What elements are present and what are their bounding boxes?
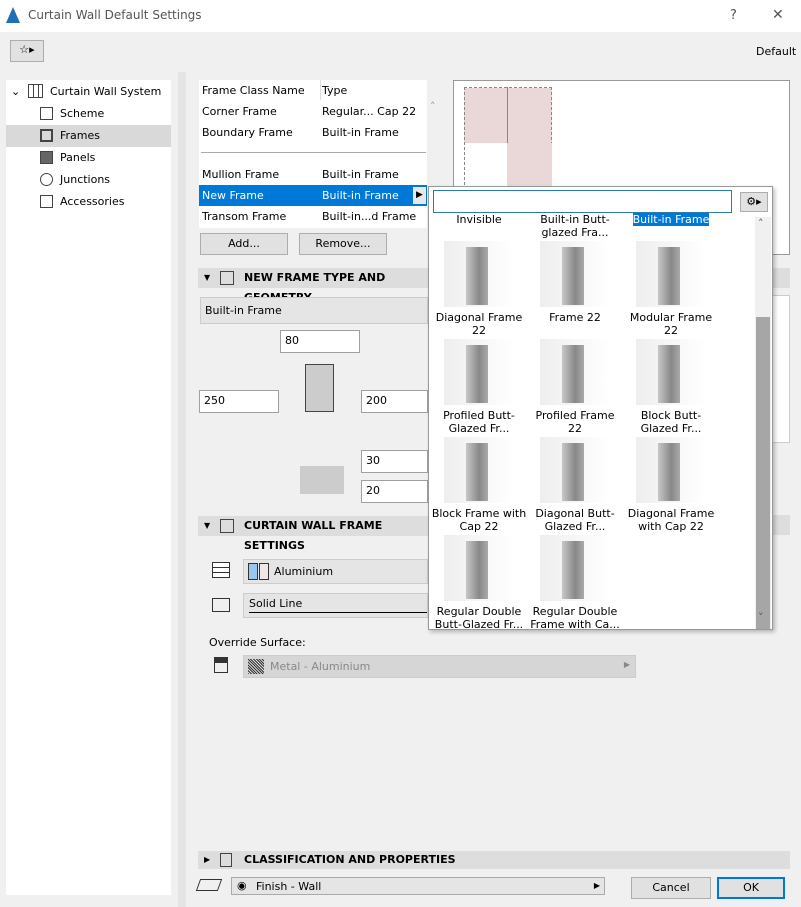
surface-selector: Metal - Aluminium ▶ [243,655,636,678]
frame-settings-icon [220,519,234,533]
preset-label: Default [756,45,797,58]
accessories-icon [40,195,53,208]
remove-button[interactable]: Remove... [299,233,387,255]
building-material-icon [212,562,230,578]
frame-type-item[interactable]: Diagonal Frame with Cap 22 [623,507,719,533]
curtain-wall-icon [28,84,43,98]
offset-b-input[interactable]: 20 [361,480,428,503]
collapse-icon: ▼ [204,273,211,282]
frame-type-item[interactable]: Modular Frame 22 [623,311,719,337]
frame-type-item[interactable]: Regular Double Frame with Ca... [527,605,623,629]
tree-item-panels[interactable]: Panels [6,147,171,169]
layer-selector[interactable]: ◉ Finish - Wall ▶ [231,877,605,895]
frame-type-item[interactable]: Built-in Frame [623,213,719,226]
frame-type-item[interactable]: Frame 22 [527,311,623,324]
line-type-icon [212,598,230,612]
scroll-up-icon: ˄ [758,217,764,230]
frame-thumbnail[interactable] [636,339,706,405]
material-selector[interactable]: Aluminium [243,559,428,584]
type-picker-arrow-button[interactable]: ▶ [412,186,427,205]
collapse-icon: ▼ [204,521,211,530]
frame-thumbnail[interactable] [444,437,514,503]
frame-type-item[interactable]: Invisible [431,213,527,226]
table-row[interactable]: Boundary Frame Built-in Frame [199,122,427,143]
table-separator [201,152,426,153]
add-button[interactable]: Add... [200,233,288,255]
frame-thumbnail[interactable] [540,339,610,405]
offset-a-input[interactable]: 30 [361,450,428,473]
frame-type-item[interactable]: Diagonal Frame 22 [431,311,527,337]
frame-type-item[interactable]: Profiled Frame 22 [527,409,623,435]
tree-expand-icon[interactable]: ⌄ [11,85,20,98]
scroll-down-icon: ˅ [758,611,764,624]
frame-thumbnail[interactable] [636,241,706,307]
frame-settings-section-header[interactable]: ▼ CURTAIN WALL FRAME SETTINGS [198,516,428,552]
archicad-logo-icon [6,7,20,23]
frame-section-diagram-icon [305,364,334,412]
frame-thumbnail[interactable] [540,535,610,601]
scheme-icon [40,107,53,120]
frame-type-item[interactable]: Block Frame with Cap 22 [431,507,527,533]
window-title: Curtain Wall Default Settings [28,8,202,22]
tree-item-scheme[interactable]: Scheme [6,103,171,125]
title-bar: Curtain Wall Default Settings ? ✕ [0,0,801,32]
close-button[interactable]: ✕ [772,7,784,23]
frame-thumbnail[interactable] [540,437,610,503]
table-row[interactable]: Transom Frame Built-in...d Frame [199,206,427,227]
classification-icon [220,853,232,867]
table-row[interactable]: Mullion Frame Built-in Frame [199,164,427,185]
frame-offset-diagram-icon [300,466,344,494]
frames-icon [40,129,53,142]
frame-thumbnail[interactable] [636,437,706,503]
frame-thumbnail[interactable] [444,339,514,405]
popup-scrollbar[interactable]: ˄ ˅ [755,217,771,629]
tree-item-junctions[interactable]: Junctions [6,169,171,191]
frame-thumbnail[interactable] [444,241,514,307]
frame-type-item[interactable]: Diagonal Butt-Glazed Fr... [527,507,623,533]
ok-button[interactable]: OK [717,877,785,899]
frame-type-item[interactable]: Regular Double Butt-Glazed Fr... [431,605,527,629]
line-type-selector[interactable]: Solid Line [243,593,428,618]
depth-left-input[interactable]: 250 [199,390,279,413]
tree-root[interactable]: Curtain Wall System [50,85,161,98]
layer-icon [195,879,223,891]
classification-section-header[interactable]: ▶ CLASSIFICATION AND PROPERTIES [198,851,790,869]
popup-search-input[interactable] [433,190,732,213]
frame-width-input[interactable]: 80 [280,330,360,353]
frame-type-item[interactable]: Profiled Butt-Glazed Fr... [431,409,527,435]
frame-type-item[interactable]: Block Butt-Glazed Fr... [623,409,719,435]
panels-icon [40,151,53,164]
popup-settings-gear-button[interactable]: ⚙▸ [740,192,768,212]
scroll-thumb [756,317,770,629]
frame-type-item[interactable]: Built-in Butt-glazed Fra... [527,213,623,239]
expand-icon: ▶ [204,855,211,864]
scroll-up-icon[interactable]: ˄ [430,100,436,113]
frame-type-popup: ⚙▸ ˄ ˅ Invisible Built-in Butt-glazed Fra… [428,186,773,630]
material-swatch [248,563,258,580]
cancel-button[interactable]: Cancel [631,877,711,899]
table-row[interactable]: Corner Frame Regular... Cap 22 [199,101,427,122]
junctions-icon [40,173,53,186]
panel-divider[interactable] [178,72,186,907]
frame-thumbnail[interactable] [540,241,610,307]
help-button[interactable]: ? [730,8,737,23]
frame-type-icon [220,271,234,285]
favorites-button[interactable]: ☆▸ [10,40,44,62]
geometry-section-header[interactable]: ▼ NEW FRAME TYPE AND GEOMETRY [198,268,428,304]
frame-thumbnail[interactable] [444,535,514,601]
table-row-selected[interactable]: New Frame Built-in Frame [199,185,427,206]
tree-item-frames[interactable]: Frames [6,125,171,147]
eye-icon: ◉ [237,879,247,892]
tree-item-accessories[interactable]: Accessories [6,191,171,213]
depth-right-input[interactable]: 200 [361,390,428,413]
table-header: Frame Class Name Type [202,84,348,97]
override-surface-label: Override Surface: [209,636,306,649]
frame-type-selector[interactable]: Built-in Frame [200,297,428,324]
paint-brush-icon [214,657,228,673]
